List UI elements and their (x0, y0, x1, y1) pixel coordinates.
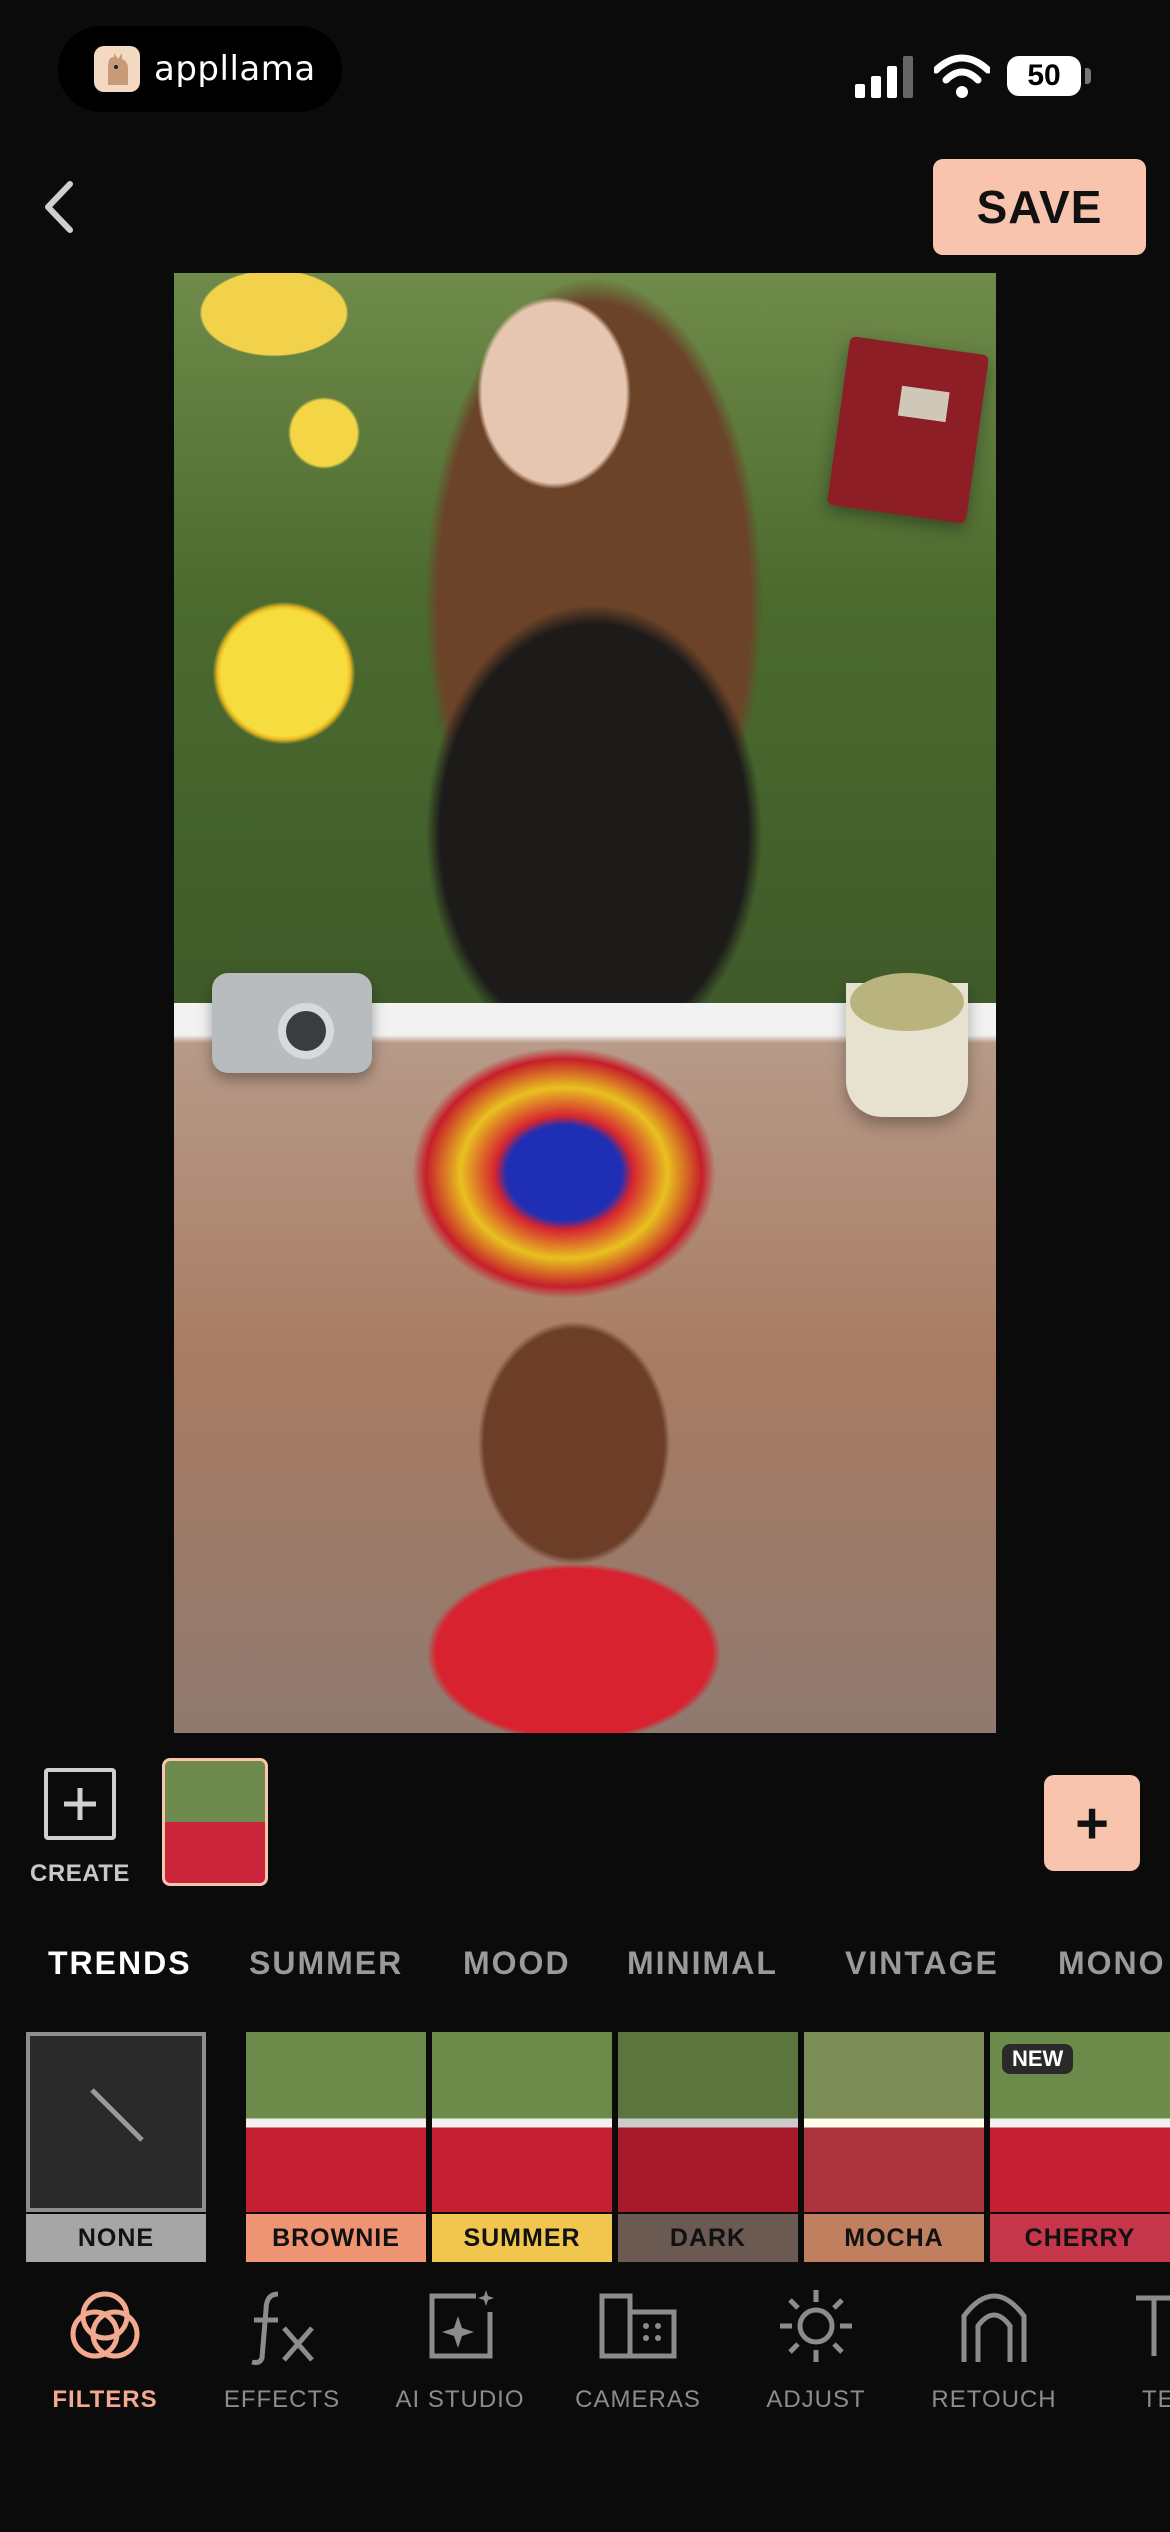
create-button[interactable]: CREATE (30, 1768, 130, 1888)
wifi-icon (934, 54, 990, 98)
text-icon (1136, 2295, 1170, 2356)
signal-icon (855, 56, 913, 98)
fx-icon (251, 2291, 314, 2365)
rings-icon (70, 2291, 140, 2359)
filter-preview (618, 2032, 798, 2212)
filter-none[interactable]: NONE (26, 2032, 206, 2262)
nav-adjust[interactable]: ADJUST (736, 2286, 896, 2426)
filter-brownie[interactable]: BROWNIE (246, 2032, 426, 2262)
tab-summer[interactable]: SUMMER (249, 1945, 403, 1982)
tab-mono[interactable]: MONO (1058, 1945, 1166, 1982)
bottom-toolbar: FILTERS EFFECTS AI STUDIO CAMERAS ADJUST… (0, 2270, 1170, 2532)
nav-filters[interactable]: FILTERS (25, 2286, 185, 2426)
matcha-cup-top (850, 973, 964, 1031)
notebook-label (897, 385, 950, 423)
camera-film-icon (599, 2293, 677, 2359)
nav-retouch[interactable]: RETOUCH (914, 2286, 1074, 2426)
nav-cameras[interactable]: CAMERAS (558, 2286, 718, 2426)
llama-logo-icon (94, 46, 140, 92)
brand-name: appllama (154, 49, 316, 89)
filter-category-tabs: TRENDS SUMMER MOOD MINIMAL VINTAGE MONO (0, 1945, 1170, 1995)
save-button[interactable]: SAVE (933, 159, 1146, 255)
filter-label: MOCHA (804, 2214, 984, 2262)
nav-label: RETOUCH (931, 2386, 1057, 2413)
filter-preview (432, 2032, 612, 2212)
nav-label: CAMERAS (575, 2386, 701, 2413)
sun-adjust-icon (780, 2290, 852, 2362)
tab-mood[interactable]: MOOD (463, 1945, 571, 1982)
filter-label: BROWNIE (246, 2214, 426, 2262)
nav-label: EFFECTS (223, 2386, 341, 2413)
create-label: CREATE (30, 1860, 130, 1887)
retouch-icon (961, 2293, 1027, 2362)
no-filter-icon (26, 2032, 206, 2212)
filter-strip: NONE BROWNIE SUMMER DARK MOCHA NEW CHERR… (0, 2032, 1170, 2262)
nav-label: FILTERS (52, 2386, 158, 2413)
battery-indicator: 50 (1007, 56, 1081, 96)
nav-label: AI STUDIO (395, 2386, 525, 2413)
nav-text[interactable]: TE (1092, 2286, 1170, 2426)
slide-thumbnail[interactable] (162, 1758, 268, 1886)
app-badge: appllama (58, 26, 342, 112)
filter-label: DARK (618, 2214, 798, 2262)
camera-sticker[interactable] (212, 973, 372, 1073)
collage-canvas[interactable] (174, 273, 996, 1733)
nav-label: TE (1142, 2386, 1170, 2413)
back-chevron-icon[interactable] (30, 172, 90, 242)
ai-sparkle-icon (429, 2290, 494, 2359)
tab-trends[interactable]: TRENDS (48, 1945, 192, 1982)
tab-minimal[interactable]: MINIMAL (627, 1945, 778, 1982)
create-plus-frame-icon (44, 1768, 116, 1840)
nav-label: ADJUST (766, 2386, 866, 2413)
filter-preview (246, 2032, 426, 2212)
camera-lens (278, 1003, 334, 1059)
filter-preview (804, 2032, 984, 2212)
filter-mocha[interactable]: MOCHA (804, 2032, 984, 2262)
battery-nub (1085, 68, 1091, 84)
nav-ai-studio[interactable]: AI STUDIO (380, 2286, 540, 2426)
filter-label: NONE (26, 2214, 206, 2262)
new-badge: NEW (1002, 2044, 1074, 2074)
add-slide-button[interactable]: + (1044, 1775, 1140, 1871)
tab-vintage[interactable]: VINTAGE (845, 1945, 999, 1982)
filter-label: SUMMER (432, 2214, 612, 2262)
filter-dark[interactable]: DARK (618, 2032, 798, 2262)
notebook-sticker[interactable] (826, 336, 990, 524)
filter-cherry[interactable]: NEW CHERRY (990, 2032, 1170, 2262)
nav-effects[interactable]: EFFECTS (202, 2286, 362, 2426)
filter-label: CHERRY (990, 2214, 1170, 2262)
filter-summer[interactable]: SUMMER (432, 2032, 612, 2262)
